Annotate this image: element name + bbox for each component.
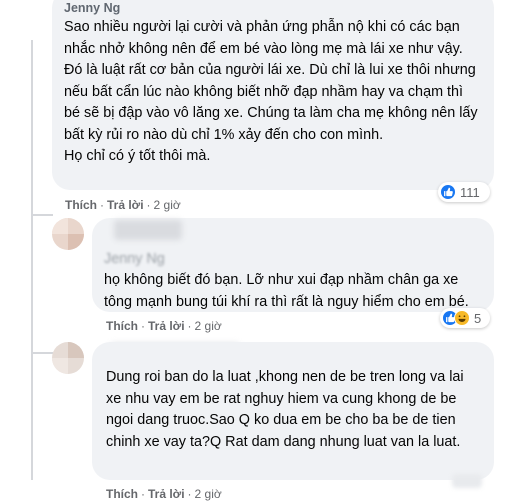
blurred-name: [114, 220, 182, 240]
reaction-count: 111: [460, 184, 480, 200]
haha-icon: [454, 310, 470, 326]
thread-line: [31, 40, 33, 480]
thread-line: [31, 214, 53, 216]
avatar[interactable]: [52, 342, 84, 374]
comment-text-body: họ không biết đó bạn. Lỡ như xui đạp nhầ…: [104, 272, 469, 310]
comment-text: Dung roi ban do la luat ,khong nen de be…: [106, 369, 464, 450]
reply-button[interactable]: Trả lời: [107, 198, 144, 212]
comment-time[interactable]: 2 giờ: [195, 487, 222, 501]
reply-button[interactable]: Trả lời: [148, 487, 185, 501]
reaction-summary[interactable]: 111: [438, 182, 490, 202]
comment-text: Sao nhiều người lại cười và phản ứng phẫ…: [64, 19, 478, 164]
like-icon: [440, 184, 456, 200]
comment-actions: Thích · Trả lời · 2 giờ: [106, 319, 222, 333]
thread-line: [31, 352, 53, 354]
avatar[interactable]: [52, 218, 84, 250]
like-button[interactable]: Thích: [106, 487, 138, 501]
tagged-name[interactable]: Jenny Ng: [104, 251, 165, 267]
comment-time[interactable]: 2 giờ: [154, 198, 181, 212]
like-button[interactable]: Thích: [106, 319, 138, 333]
comment-bubble: Dung roi ban do la luat ,khong nen de be…: [92, 342, 494, 480]
comment-actions: Thích · Trả lời · 2 giờ: [106, 487, 222, 501]
blurred-reaction: [452, 474, 482, 488]
comment-bubble: Jenny Ng Sao nhiều người lại cười và phả…: [52, 0, 494, 190]
reaction-count: 5: [474, 310, 482, 326]
commenter-name[interactable]: Jenny Ng: [64, 0, 482, 16]
comment-time[interactable]: 2 giờ: [195, 319, 222, 333]
like-button[interactable]: Thích: [65, 198, 97, 212]
reply-button[interactable]: Trả lời: [148, 319, 185, 333]
reaction-summary[interactable]: 5: [440, 308, 490, 328]
comment-actions: Thích · Trả lời · 2 giờ: [65, 198, 181, 212]
